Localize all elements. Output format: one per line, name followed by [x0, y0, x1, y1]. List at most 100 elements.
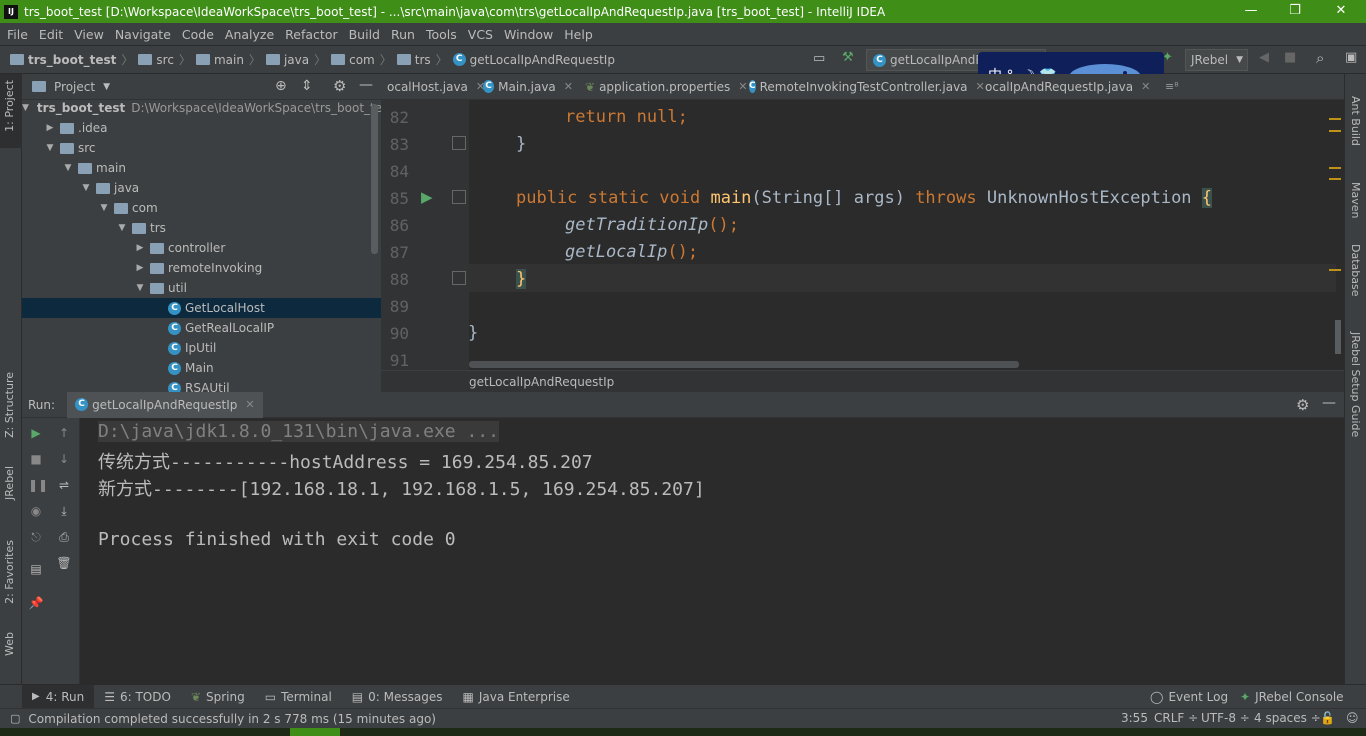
tree-item[interactable]: C GetRealLocalIP	[22, 318, 381, 338]
code-line-87[interactable]: getLocalIp();	[565, 242, 698, 262]
breadcrumb-main[interactable]: main	[214, 53, 244, 67]
menu-navigate[interactable]: Navigate	[110, 27, 177, 42]
locate-icon[interactable]: ⊕	[275, 78, 287, 94]
tree-item[interactable]: C Main	[22, 358, 381, 378]
pause-icon[interactable]: ❚❚	[28, 478, 48, 494]
tab-remote-invoking-controller[interactable]: C RemoteInvokingTestController.java ✕	[743, 74, 985, 99]
java-enterprise-tool-tab[interactable]: ▦ Java Enterprise	[452, 685, 579, 709]
chevron-down-icon[interactable]: ▼	[80, 183, 92, 193]
code-line-85[interactable]: public static void main(String[] args) t…	[516, 188, 1213, 208]
menu-refactor[interactable]: Refactor	[280, 27, 343, 42]
tree-item[interactable]: ▶ controller	[22, 238, 381, 258]
menu-help[interactable]: Help	[559, 27, 599, 42]
code-line-82[interactable]: return null;	[565, 107, 688, 127]
line-separator[interactable]: CRLF ÷	[1154, 711, 1198, 725]
project-title[interactable]: Project	[54, 80, 95, 94]
pin-icon[interactable]: 📌	[28, 596, 44, 612]
console-line-command[interactable]: D:\java\jdk1.8.0_131\bin\java.exe ...	[98, 421, 499, 442]
project-tool-tab[interactable]: 1: Project	[3, 80, 16, 132]
gear-icon[interactable]: ⚙	[333, 77, 346, 95]
chevron-down-icon[interactable]: ▼	[44, 143, 56, 153]
menu-view[interactable]: View	[69, 27, 110, 42]
layout-icon[interactable]: ▤	[28, 562, 44, 578]
console-line-traditional[interactable]: 传统方式-----------hostAddress = 169.254.85.…	[98, 448, 593, 474]
tab-main[interactable]: C Main.java ✕	[477, 74, 579, 99]
notifications-icon[interactable]: ☺	[1346, 711, 1359, 725]
exit-icon[interactable]: ⎋	[28, 530, 44, 546]
menu-file[interactable]: File	[2, 27, 34, 42]
fold-icon[interactable]	[452, 136, 466, 150]
menu-code[interactable]: Code	[177, 27, 220, 42]
vertical-scrollbar[interactable]	[1335, 320, 1341, 354]
tree-item[interactable]: ▼ main	[22, 158, 381, 178]
close-button[interactable]: ✕	[1318, 0, 1364, 23]
tree-item[interactable]: ▶ remoteInvoking	[22, 258, 381, 278]
fold-icon[interactable]	[452, 271, 466, 285]
layout-icon[interactable]: ▭	[813, 51, 825, 66]
minimize-button[interactable]: —	[1228, 0, 1274, 23]
tab-getlocalhost[interactable]: ocalHost.java ✕	[381, 74, 485, 99]
gear-icon[interactable]: ⚙	[1296, 396, 1309, 414]
footer-breadcrumb[interactable]: getLocalIpAndRequestIp	[469, 375, 614, 389]
chevron-down-icon[interactable]: ▼	[103, 82, 110, 92]
chevron-right-icon[interactable]: ▶	[134, 243, 146, 253]
horizontal-scrollbar[interactable]	[469, 361, 1019, 368]
breadcrumb-src[interactable]: src	[156, 53, 174, 67]
menu-run[interactable]: Run	[386, 27, 421, 42]
chevron-right-icon[interactable]: ▶	[134, 263, 146, 273]
tree-item[interactable]: ▼ trs	[22, 218, 381, 238]
structure-tool-tab[interactable]: Z: Structure	[3, 372, 16, 438]
tab-list-icon[interactable]: ≡⁸	[1165, 80, 1179, 93]
menu-window[interactable]: Window	[499, 27, 559, 42]
status-message[interactable]: Compilation completed successfully in 2 …	[28, 712, 436, 726]
breadcrumb-class[interactable]: getLocalIpAndRequestIp	[470, 53, 615, 67]
run-gutter-icon[interactable]: ▶	[421, 188, 433, 206]
rerun-icon[interactable]: ▶	[28, 426, 44, 442]
menu-edit[interactable]: Edit	[34, 27, 69, 42]
menu-analyze[interactable]: Analyze	[220, 27, 280, 42]
ant-build-tool-tab[interactable]: Ant Build	[1349, 96, 1362, 146]
tab-getlocalip-requestip[interactable]: ocalIpAndRequestIp.java ✕	[979, 74, 1150, 99]
menu-tools[interactable]: Tools	[421, 27, 463, 42]
print-icon[interactable]: ⎙	[56, 530, 72, 546]
tree-item[interactable]: ▶ .idea	[22, 118, 381, 138]
lock-icon[interactable]: 🔓	[1320, 711, 1335, 725]
maven-tool-tab[interactable]: Maven	[1349, 182, 1362, 218]
structure-icon[interactable]: ▣	[1345, 50, 1357, 65]
jrebel-console-tool-tab[interactable]: ✦ JRebel Console	[1230, 685, 1354, 709]
camera-icon[interactable]: ◉	[28, 504, 44, 520]
todo-tool-tab[interactable]: ☰ 6: TODO	[94, 685, 181, 709]
build-hammer-icon[interactable]: ⚒	[842, 50, 854, 65]
search-icon[interactable]: ⌕	[1316, 49, 1324, 67]
tree-item[interactable]: ▼ com	[22, 198, 381, 218]
favorites-tool-tab[interactable]: 2: Favorites	[3, 540, 16, 604]
tree-item[interactable]: ▼ src	[22, 138, 381, 158]
code-line-90[interactable]: }	[468, 323, 478, 343]
breadcrumb-java[interactable]: java	[284, 53, 309, 67]
hide-icon[interactable]: —	[359, 77, 373, 93]
event-log-tool-tab[interactable]: ◯ Event Log	[1140, 685, 1238, 709]
code-line-83[interactable]: }	[516, 134, 526, 154]
database-tool-tab[interactable]: Database	[1349, 244, 1362, 297]
tree-item[interactable]: C RSAUtil	[22, 378, 381, 392]
caret-position[interactable]: 3:55	[1121, 711, 1148, 725]
breadcrumb-com[interactable]: com	[349, 53, 375, 67]
web-tool-tab[interactable]: Web	[3, 632, 16, 656]
stop-icon[interactable]: ■	[1284, 50, 1296, 65]
breadcrumb-trs[interactable]: trs	[415, 53, 431, 67]
tree-item[interactable]: ▼ trs_boot_test D:\Workspace\IdeaWorkSpace…	[22, 100, 381, 118]
up-arrow-icon[interactable]: ↑	[56, 426, 72, 442]
tree-item[interactable]: C IpUtil	[22, 338, 381, 358]
soft-wrap-icon[interactable]: ⇌	[56, 478, 72, 494]
scroll-to-end-icon[interactable]: ⤓	[56, 504, 72, 520]
tab-application-properties[interactable]: ❦ application.properties ✕	[579, 74, 748, 99]
chevron-down-icon[interactable]: ▼	[62, 163, 74, 173]
tree-item[interactable]: C GetLocalHost	[22, 298, 381, 318]
run-tool-tab[interactable]: ▶ 4: Run	[22, 684, 95, 709]
breadcrumb-project[interactable]: trs_boot_test	[28, 53, 116, 67]
status-layout-icon[interactable]: ▢	[10, 712, 20, 725]
console-line-new[interactable]: 新方式--------[192.168.18.1, 192.168.1.5, 1…	[98, 475, 705, 501]
tree-scrollbar[interactable]	[371, 104, 378, 254]
jrebel-setup-guide-tab[interactable]: JRebel Setup Guide	[1349, 332, 1362, 437]
code-line-88[interactable]: }	[516, 269, 527, 289]
